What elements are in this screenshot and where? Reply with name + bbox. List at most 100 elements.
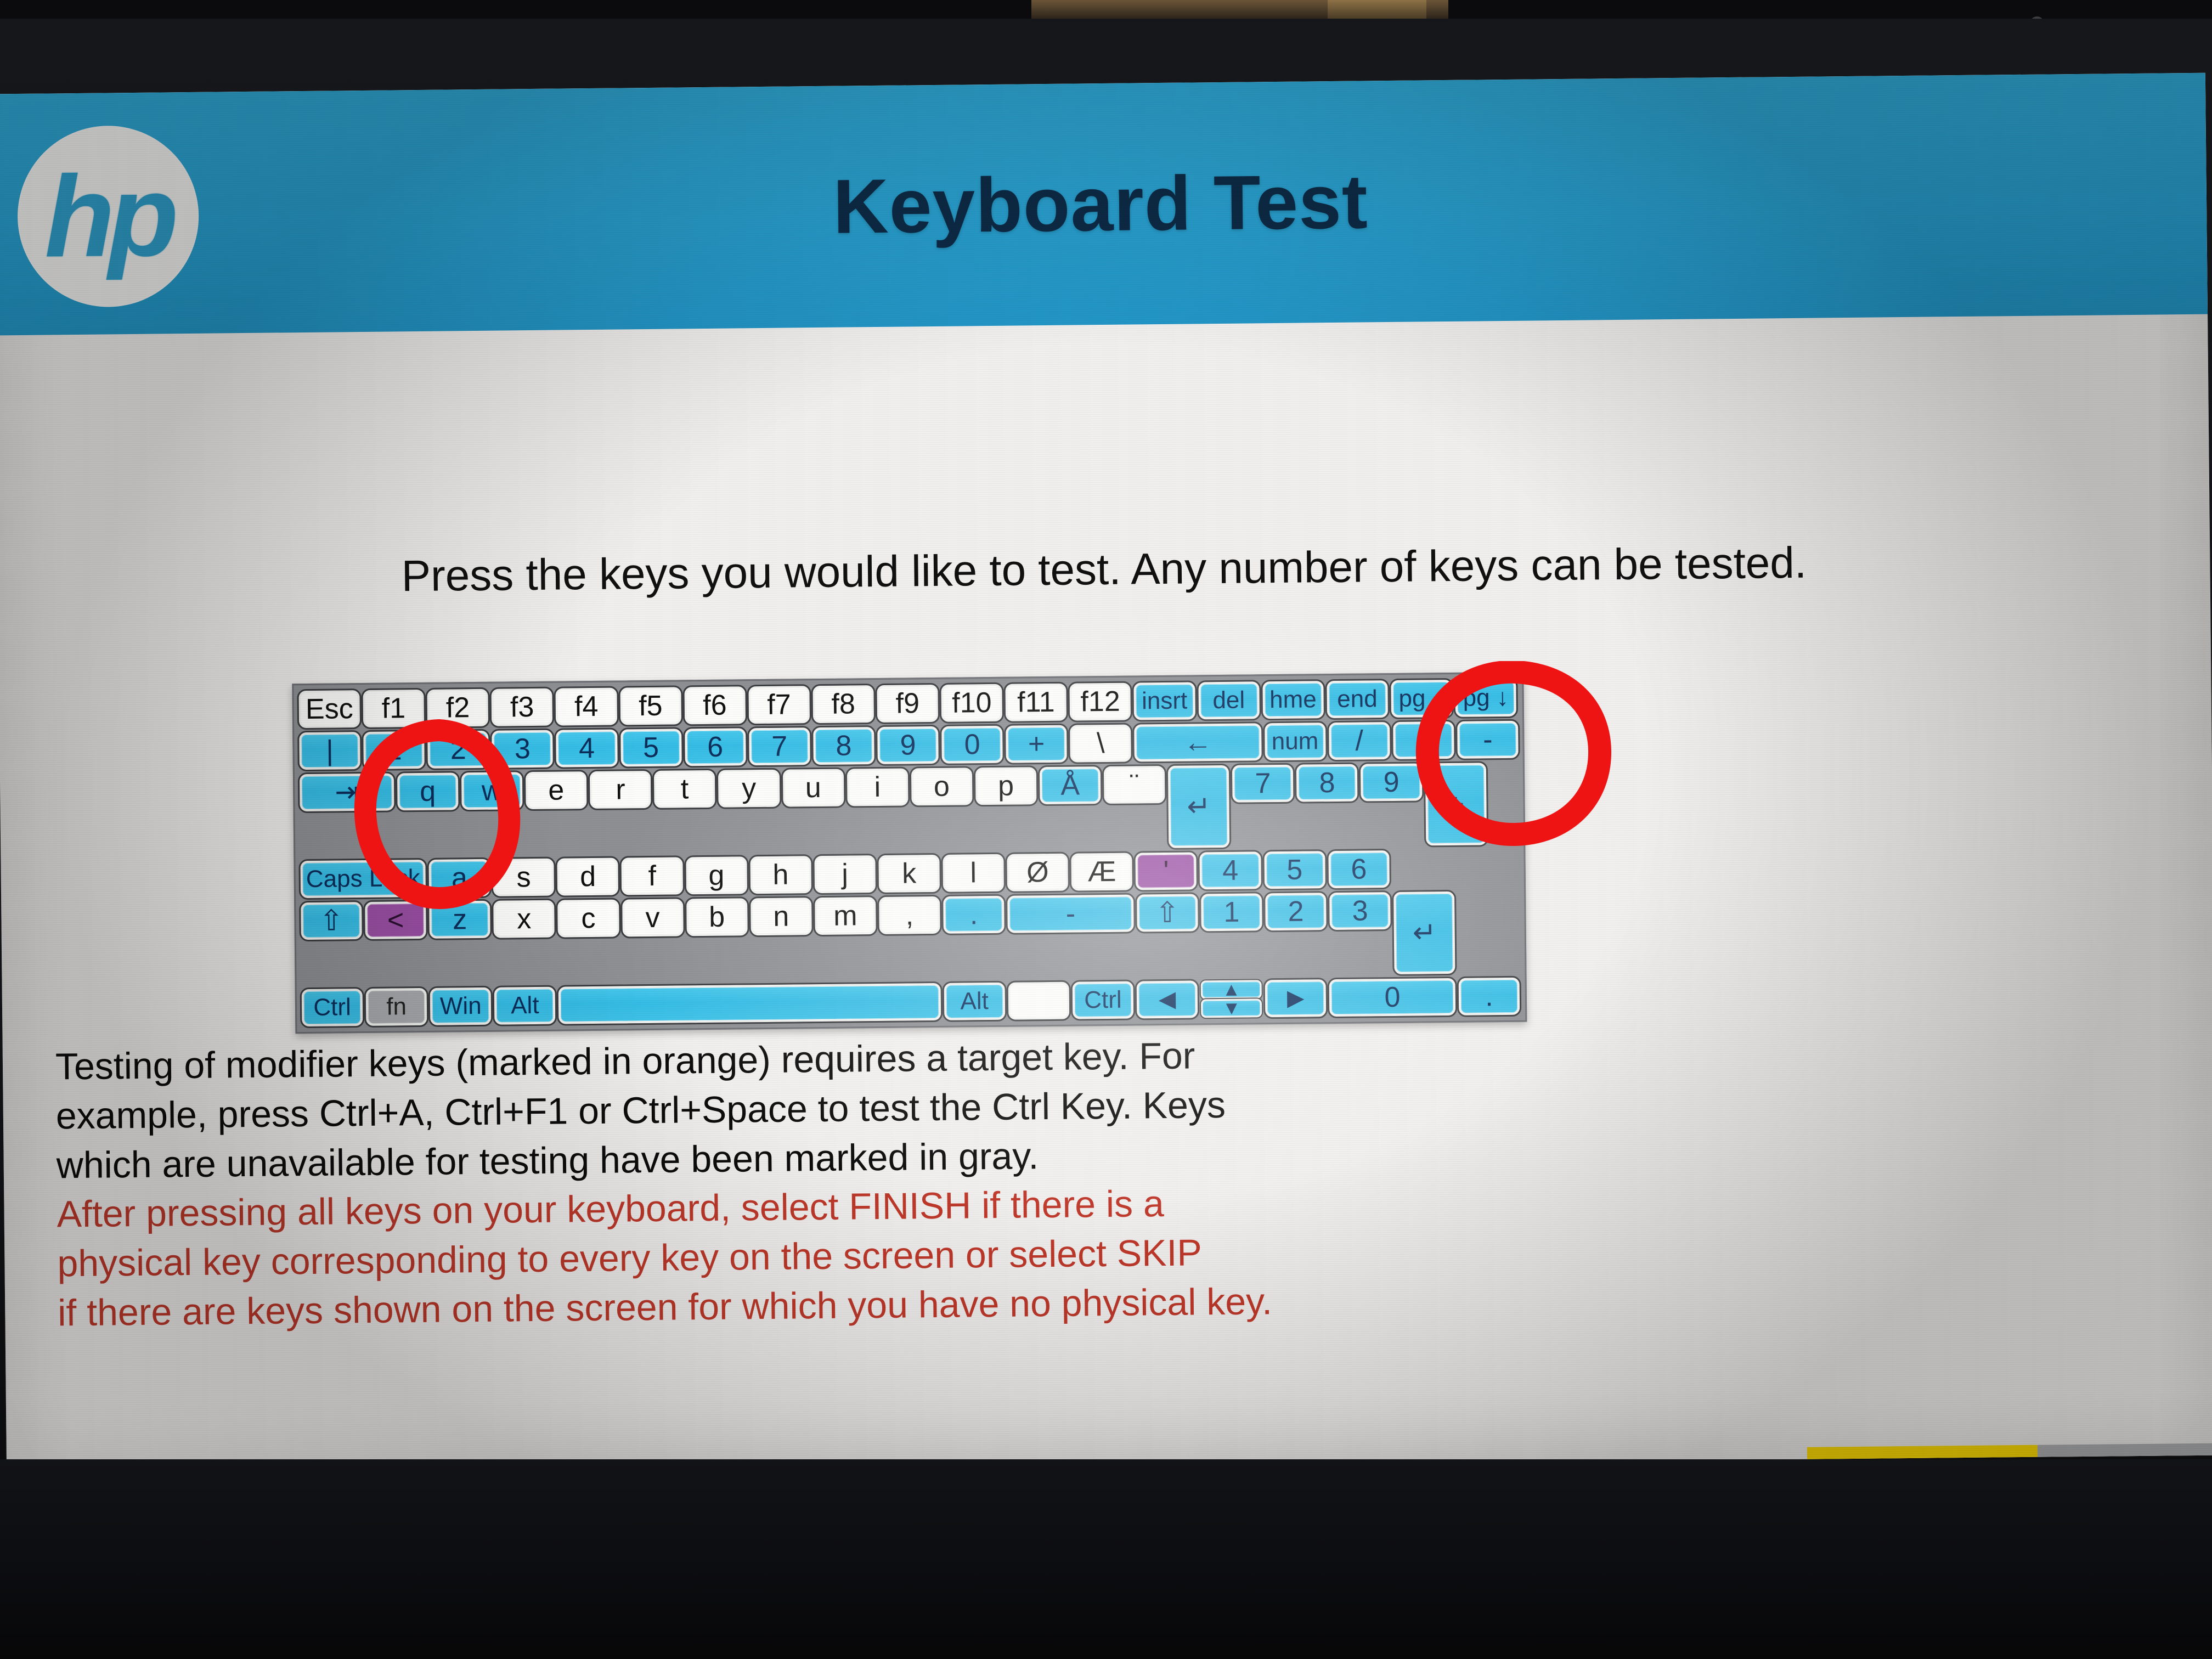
key-t[interactable]: t (652, 768, 717, 810)
key-↵[interactable]: ↵ (1392, 889, 1457, 976)
key-,[interactable]: , (877, 894, 942, 936)
key--[interactable]: - (1455, 719, 1520, 760)
key-f7[interactable]: f7 (747, 684, 811, 726)
key-9[interactable]: 9 (876, 724, 940, 766)
key-7[interactable]: 7 (1231, 763, 1295, 804)
key-d[interactable]: d (555, 856, 620, 898)
key-4[interactable]: 4 (1198, 850, 1263, 891)
key-z[interactable]: z (427, 899, 493, 940)
key-pg-↓[interactable]: pg ↓ (1453, 677, 1519, 719)
key-/[interactable]: / (1327, 720, 1392, 762)
key-ø[interactable]: Ø (1005, 851, 1070, 893)
key-¨[interactable]: ¨ (1102, 764, 1167, 806)
key-0[interactable]: 0 (1327, 976, 1458, 1019)
key-h[interactable]: h (748, 854, 813, 896)
key-p[interactable]: p (973, 765, 1039, 807)
key-f6[interactable]: f6 (682, 685, 747, 726)
key-blank[interactable] (1006, 980, 1071, 1022)
key-<[interactable]: < (363, 899, 428, 941)
key-f4[interactable]: f4 (554, 686, 619, 727)
key-2[interactable]: 2 (426, 729, 491, 770)
key-f1[interactable]: f1 (361, 687, 426, 730)
key-ctrl[interactable]: Ctrl (1070, 979, 1136, 1021)
key-0[interactable]: 0 (940, 724, 1005, 765)
key-fn[interactable]: fn (364, 986, 429, 1028)
key-8[interactable]: 8 (1295, 762, 1359, 804)
key-f11[interactable]: f11 (1003, 681, 1069, 723)
key-e[interactable]: e (523, 770, 589, 811)
key-space[interactable] (557, 981, 943, 1026)
key-å[interactable]: Å (1037, 765, 1103, 806)
key-⇥[interactable]: ⇥ (297, 771, 396, 814)
key-4[interactable]: 4 (554, 727, 619, 769)
key-←[interactable]: ← (1132, 721, 1263, 764)
key-f9[interactable]: f9 (875, 682, 940, 725)
key-f10[interactable]: f10 (939, 682, 1005, 724)
key-f5[interactable]: f5 (618, 685, 683, 727)
key-y[interactable]: y (716, 768, 782, 809)
key-5[interactable]: 5 (1262, 849, 1327, 891)
key-x[interactable]: x (492, 898, 557, 940)
key-.[interactable]: . (941, 894, 1006, 935)
key-8[interactable]: 8 (811, 725, 876, 767)
key-◄[interactable]: ◄ (1135, 979, 1200, 1020)
key-6[interactable]: 6 (1327, 849, 1391, 890)
key-k[interactable]: k (877, 853, 942, 895)
key-arrow-down[interactable]: ▼ (1200, 997, 1263, 1019)
key-f8[interactable]: f8 (811, 684, 876, 725)
key-i[interactable]: i (845, 766, 910, 808)
key-'[interactable]: ' (1133, 850, 1199, 892)
key-del[interactable]: del (1196, 680, 1261, 721)
key-f3[interactable]: f3 (489, 686, 555, 728)
key-o[interactable]: o (909, 766, 974, 808)
key-⇧[interactable]: ⇧ (1135, 892, 1200, 934)
key-r[interactable]: r (588, 769, 653, 811)
key-\[interactable]: \ (1068, 723, 1133, 764)
key-↵[interactable]: ↵ (1166, 763, 1232, 850)
key-2[interactable]: 2 (1263, 891, 1328, 933)
key-g[interactable]: g (684, 855, 749, 896)
key-f12[interactable]: f12 (1068, 681, 1133, 723)
key-►[interactable]: ► (1263, 978, 1328, 1019)
key-.[interactable]: . (1457, 975, 1522, 1017)
key-w[interactable]: w (459, 770, 524, 812)
key-pg-↑[interactable]: pg ↑ (1389, 678, 1454, 720)
key-insrt[interactable]: insrt (1132, 680, 1197, 722)
keyboard-map[interactable]: Esc f1 f2 f3 f4 f5 f6 f7 f8 f9 f10 f11 f12 insrt del hm… (292, 672, 1527, 1034)
key-|[interactable]: | (297, 730, 362, 772)
key-3[interactable]: 3 (490, 728, 555, 770)
key-j[interactable]: j (812, 853, 877, 895)
key-end[interactable]: end (1325, 679, 1390, 720)
key-hme[interactable]: hme (1261, 679, 1325, 721)
key-m[interactable]: m (812, 895, 878, 937)
key-v[interactable]: v (620, 897, 685, 939)
key-u[interactable]: u (781, 767, 846, 809)
key-æ[interactable]: Æ (1069, 851, 1135, 893)
key--[interactable]: - (1006, 893, 1136, 935)
key-f2[interactable]: f2 (425, 687, 490, 729)
key-ctrl[interactable]: Ctrl (300, 986, 365, 1029)
key-+[interactable]: + (1004, 723, 1069, 765)
key-l[interactable]: l (941, 852, 1006, 894)
key-alt[interactable]: Alt (492, 985, 557, 1026)
key-win[interactable]: Win (428, 985, 493, 1027)
key-*[interactable]: * (1391, 719, 1456, 761)
key-f[interactable]: f (619, 855, 685, 897)
key-caps-lock[interactable]: Caps Lock (298, 857, 428, 900)
key-7[interactable]: 7 (747, 726, 812, 768)
key-1[interactable]: 1 (362, 729, 427, 771)
key-+[interactable]: + (1423, 761, 1489, 848)
key-q[interactable]: q (395, 771, 460, 812)
key-c[interactable]: c (556, 898, 621, 939)
key-3[interactable]: 3 (1328, 890, 1393, 932)
key-arrow-up[interactable]: ▲ (1199, 979, 1263, 1001)
key-s[interactable]: s (491, 856, 556, 898)
key-⇧[interactable]: ⇧ (299, 900, 364, 942)
key-1[interactable]: 1 (1199, 891, 1264, 933)
key-n[interactable]: n (748, 896, 814, 938)
key-6[interactable]: 6 (682, 726, 748, 768)
key-num[interactable]: num (1262, 721, 1328, 763)
key-b[interactable]: b (684, 896, 749, 938)
key-alt[interactable]: Alt (942, 980, 1007, 1022)
key-5[interactable]: 5 (618, 727, 684, 769)
